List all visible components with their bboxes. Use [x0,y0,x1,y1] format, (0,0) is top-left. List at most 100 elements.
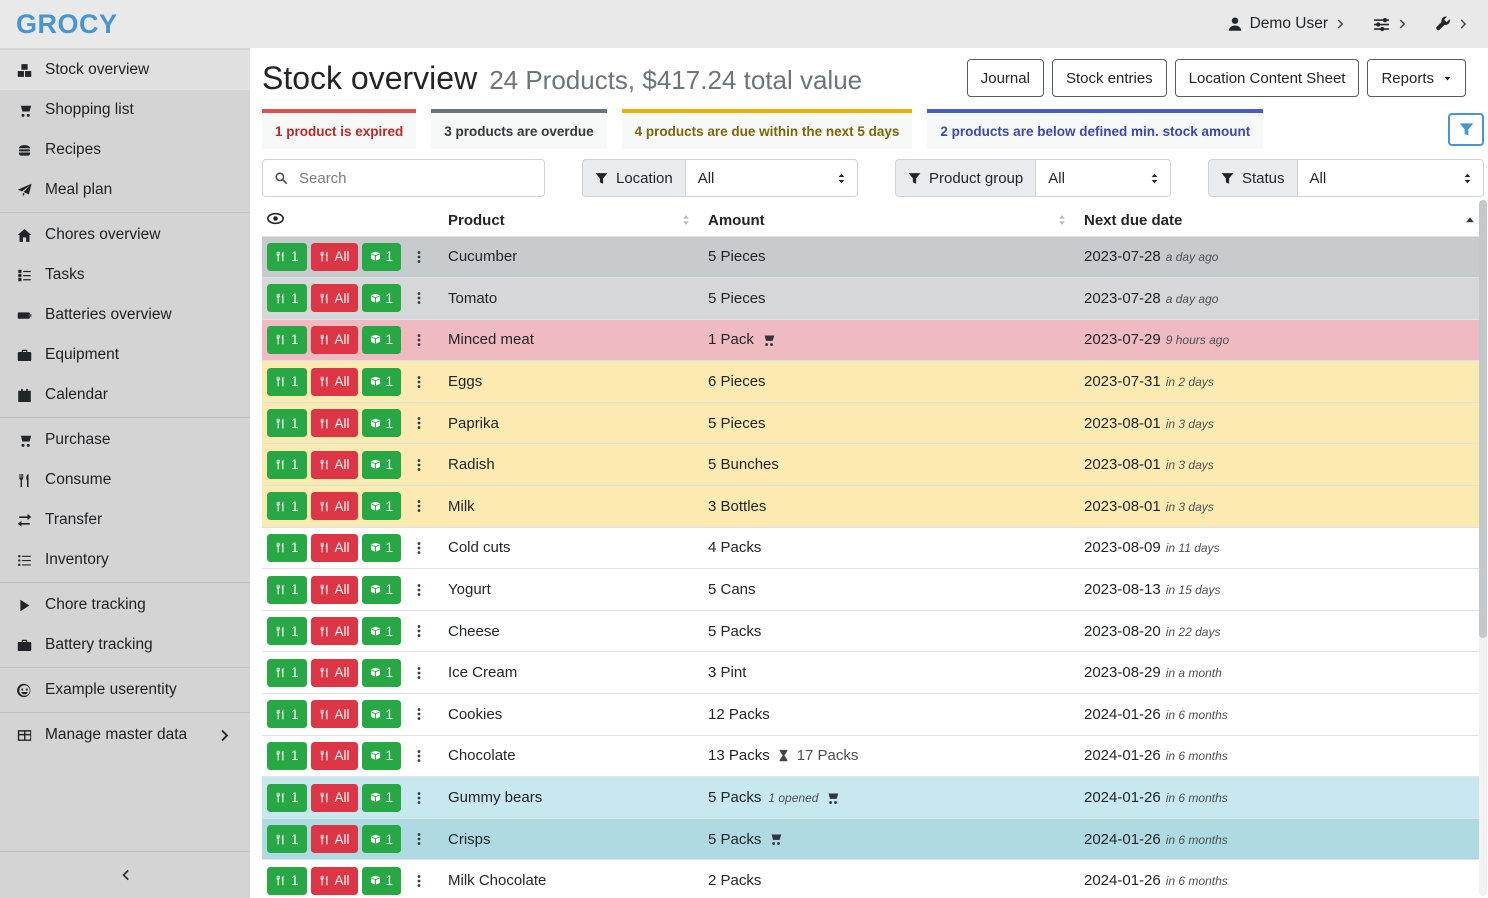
product-group-filter-select[interactable]: All [1036,159,1171,197]
clear-filters-button[interactable] [1448,113,1484,146]
consume-one-button[interactable]: 1 [267,825,307,853]
row-menu-button[interactable] [408,576,430,604]
row-menu-button[interactable] [408,534,430,562]
sort-ascending-icon[interactable] [1464,214,1476,226]
status-card-overdue[interactable]: 3 products are overdue [431,109,606,149]
admin-menu[interactable] [1435,16,1470,32]
sidebar-collapse-button[interactable] [0,851,250,898]
consume-all-button[interactable]: All [311,284,358,312]
search-input[interactable] [299,160,544,196]
consume-one-button[interactable]: 1 [267,534,307,562]
sidebar-item-inventory[interactable]: Inventory [0,540,250,580]
sidebar-item-shopping-list[interactable]: Shopping list [0,90,250,130]
column-header-visibility[interactable] [262,205,440,236]
row-menu-button[interactable] [408,825,430,853]
consume-one-button[interactable]: 1 [267,742,307,770]
row-menu-button[interactable] [408,284,430,312]
column-header-amount[interactable]: Amount [700,205,1076,236]
row-menu-button[interactable] [408,368,430,396]
sidebar-item-example-userentity[interactable]: Example userentity [0,670,250,710]
open-one-button[interactable]: 1 [362,284,402,312]
consume-one-button[interactable]: 1 [267,368,307,396]
status-filter-select[interactable]: All [1298,159,1484,197]
row-menu-button[interactable] [408,409,430,437]
open-one-button[interactable]: 1 [362,576,402,604]
sidebar-item-stock-overview[interactable]: Stock overview [0,50,250,90]
sidebar-item-meal-plan[interactable]: Meal plan [0,170,250,210]
consume-one-button[interactable]: 1 [267,700,307,728]
consume-all-button[interactable]: All [311,825,358,853]
sidebar-item-consume[interactable]: Consume [0,460,250,500]
sidebar-item-chores-overview[interactable]: Chores overview [0,215,250,255]
consume-one-button[interactable]: 1 [267,451,307,479]
location-content-sheet-button[interactable]: Location Content Sheet [1175,59,1360,97]
row-menu-button[interactable] [408,326,430,354]
consume-all-button[interactable]: All [311,368,358,396]
open-one-button[interactable]: 1 [362,659,402,687]
eye-icon[interactable] [267,210,284,227]
consume-one-button[interactable]: 1 [267,492,307,520]
consume-all-button[interactable]: All [311,700,358,728]
consume-all-button[interactable]: All [311,243,358,271]
row-menu-button[interactable] [408,867,430,895]
location-filter-select[interactable]: All [686,159,858,197]
consume-one-button[interactable]: 1 [267,867,307,895]
consume-all-button[interactable]: All [311,492,358,520]
column-header-next-due-date[interactable]: Next due date [1076,205,1484,236]
row-menu-button[interactable] [408,492,430,520]
sort-icon[interactable] [680,214,692,226]
sidebar-item-chore-tracking[interactable]: Chore tracking [0,585,250,625]
open-one-button[interactable]: 1 [362,492,402,520]
reports-button[interactable]: Reports [1367,59,1466,97]
open-one-button[interactable]: 1 [362,409,402,437]
row-menu-button[interactable] [408,784,430,812]
consume-all-button[interactable]: All [311,867,358,895]
consume-all-button[interactable]: All [311,576,358,604]
stock-entries-button[interactable]: Stock entries [1052,59,1167,97]
consume-all-button[interactable]: All [311,326,358,354]
open-one-button[interactable]: 1 [362,326,402,354]
scrollbar[interactable] [1479,200,1487,896]
scrollbar-thumb[interactable] [1479,200,1487,638]
sort-icon[interactable] [1056,214,1068,226]
consume-all-button[interactable]: All [311,451,358,479]
consume-one-button[interactable]: 1 [267,284,307,312]
sidebar-item-equipment[interactable]: Equipment [0,335,250,375]
open-one-button[interactable]: 1 [362,700,402,728]
sidebar-item-tasks[interactable]: Tasks [0,255,250,295]
row-menu-button[interactable] [408,617,430,645]
row-menu-button[interactable] [408,243,430,271]
consume-all-button[interactable]: All [311,409,358,437]
open-one-button[interactable]: 1 [362,451,402,479]
sidebar-item-purchase[interactable]: Purchase [0,420,250,460]
consume-one-button[interactable]: 1 [267,409,307,437]
open-one-button[interactable]: 1 [362,368,402,396]
sidebar-item-battery-tracking[interactable]: Battery tracking [0,625,250,665]
open-one-button[interactable]: 1 [362,784,402,812]
journal-button[interactable]: Journal [967,59,1044,97]
settings-menu[interactable] [1373,16,1409,33]
consume-one-button[interactable]: 1 [267,576,307,604]
sidebar-item-recipes[interactable]: Recipes [0,130,250,170]
open-one-button[interactable]: 1 [362,867,402,895]
consume-one-button[interactable]: 1 [267,326,307,354]
consume-one-button[interactable]: 1 [267,617,307,645]
status-card-below-min[interactable]: 2 products are below defined min. stock … [927,109,1263,149]
consume-all-button[interactable]: All [311,659,358,687]
status-card-expired[interactable]: 1 product is expired [262,109,416,149]
sidebar-item-manage-master-data[interactable]: Manage master data [0,715,250,755]
row-menu-button[interactable] [408,659,430,687]
open-one-button[interactable]: 1 [362,742,402,770]
open-one-button[interactable]: 1 [362,243,402,271]
consume-all-button[interactable]: All [311,617,358,645]
consume-one-button[interactable]: 1 [267,784,307,812]
user-menu[interactable]: Demo User [1227,15,1347,33]
open-one-button[interactable]: 1 [362,617,402,645]
row-menu-button[interactable] [408,700,430,728]
sidebar-item-transfer[interactable]: Transfer [0,500,250,540]
app-logo[interactable]: GROCY [16,9,118,40]
consume-all-button[interactable]: All [311,784,358,812]
sidebar-item-calendar[interactable]: Calendar [0,375,250,415]
consume-one-button[interactable]: 1 [267,659,307,687]
status-card-due-soon[interactable]: 4 products are due within the next 5 day… [622,109,913,149]
